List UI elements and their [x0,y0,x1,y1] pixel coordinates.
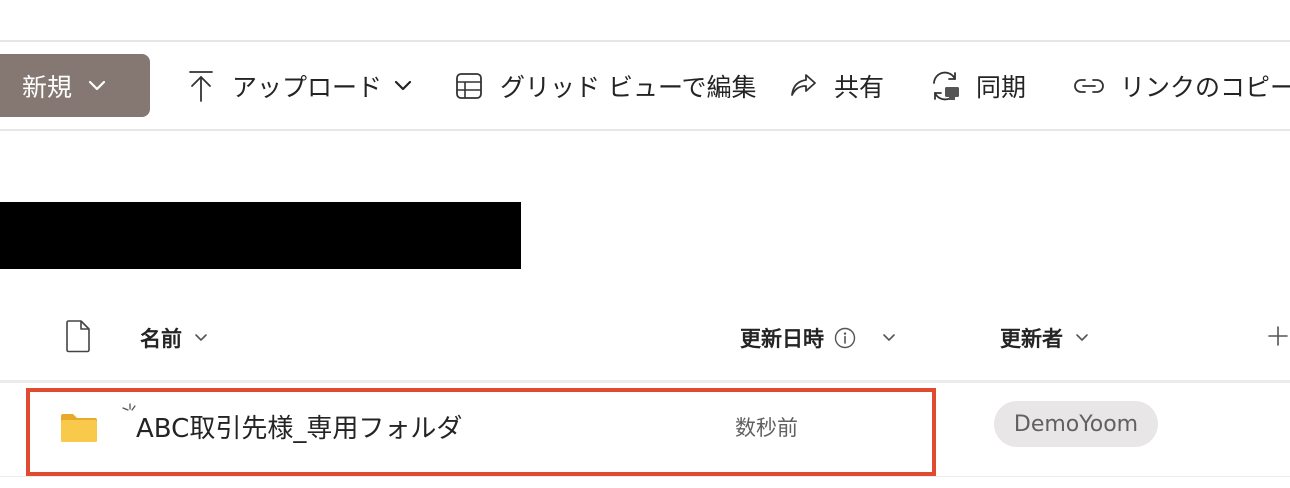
modified-column-label: 更新日時 [740,327,824,351]
plus-icon [1266,324,1290,352]
new-button-label: 新規 [22,72,73,102]
new-button[interactable]: 新規 [0,54,150,117]
copy-link-label: リンクのコピー [1120,72,1290,102]
edit-in-grid-view-button[interactable]: グリッド ビューで編集 [452,54,756,117]
toolbar-divider [0,129,1290,131]
info-icon[interactable] [834,327,856,349]
add-column-button[interactable] [1266,320,1290,356]
header-divider [0,380,1290,383]
chevron-down-icon [882,333,896,343]
chevron-down-icon [394,80,412,92]
file-type-column-header[interactable] [64,318,92,358]
document-icon [64,319,92,358]
chevron-down-icon [194,333,208,343]
command-bar: 新規 アップロード グリッド ビューで編集 共有 同期 リンクのコピー [0,44,1290,128]
grid-icon [452,69,486,103]
name-column-header[interactable]: 名前 [140,318,208,358]
copy-link-button[interactable]: リンクのコピー [1072,54,1290,117]
share-icon [786,69,820,103]
row-divider [0,476,1290,477]
sync-icon [928,69,962,103]
share-label: 共有 [834,72,885,102]
modified-by-user[interactable]: DemoYoom [994,401,1158,447]
chevron-down-icon [88,80,106,92]
highlighted-folder-row[interactable] [26,388,936,476]
sharepoint-document-library: 新規 アップロード グリッド ビューで編集 共有 同期 リンクのコピー 名前 更… [0,0,1290,488]
modified-by-column-header[interactable]: 更新者 [1000,318,1089,358]
chevron-down-icon [1075,333,1089,343]
share-button[interactable]: 共有 [786,54,884,117]
modified-by-column-label: 更新者 [1000,327,1063,351]
sync-label: 同期 [976,72,1027,102]
sync-button[interactable]: 同期 [928,54,1026,117]
modified-column-header[interactable]: 更新日時 [740,318,896,358]
edit-in-grid-view-label: グリッド ビューで編集 [500,72,757,102]
top-divider [0,40,1290,42]
redacted-title-block [0,202,521,269]
upload-icon [184,69,218,103]
upload-label: アップロード [232,72,383,102]
upload-button[interactable]: アップロード [184,54,412,117]
name-column-label: 名前 [140,327,182,351]
link-icon [1072,69,1106,103]
